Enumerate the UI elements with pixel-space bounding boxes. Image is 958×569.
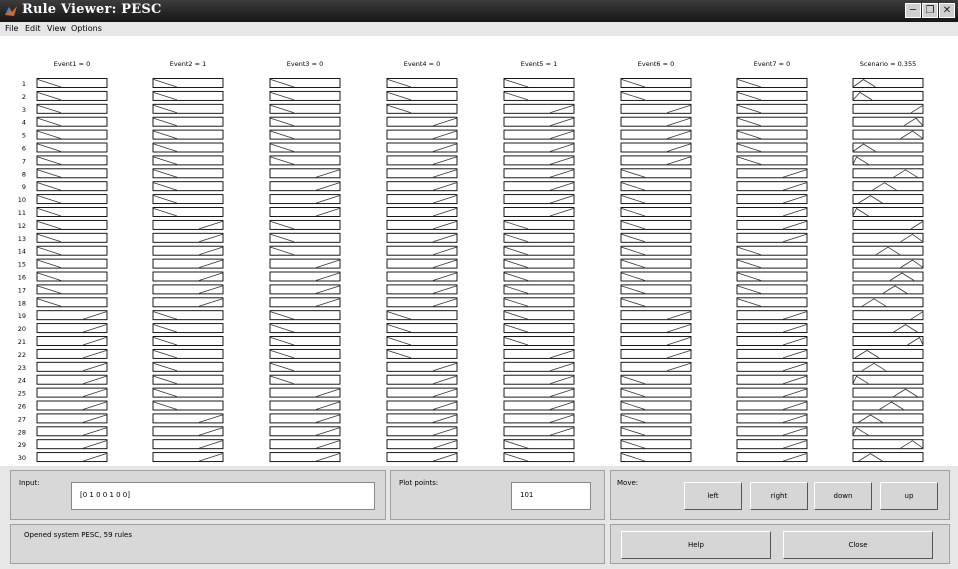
rule-cell xyxy=(852,348,924,359)
window-title: Rule Viewer: PESC xyxy=(22,2,162,17)
column-header: Event4 = 0 xyxy=(404,60,440,68)
status-frame xyxy=(10,524,605,564)
rule-cell xyxy=(852,284,924,295)
plot-points-label: Plot points: xyxy=(399,479,439,487)
rule-number: 30 xyxy=(18,454,26,462)
menu-options[interactable]: Options xyxy=(71,24,102,33)
minimize-button[interactable]: ─ xyxy=(905,3,921,18)
column-header: Event1 = 0 xyxy=(54,60,90,68)
close-window-button[interactable]: ✕ xyxy=(939,3,955,18)
column-header: Scenario = 0.355 xyxy=(860,60,916,68)
maximize-button[interactable]: ❐ xyxy=(922,3,938,18)
rule-number: 22 xyxy=(18,351,26,359)
rule-number: 1 xyxy=(22,80,26,88)
rule-number: 15 xyxy=(18,261,26,269)
rule-number: 2 xyxy=(22,93,26,101)
rule-cell xyxy=(852,336,924,346)
rule-plot-area[interactable]: Event1 = 0 Event2 = 1 Event3 = 0 Event4 = 0… xyxy=(0,36,958,466)
plot-points-field[interactable]: 101 xyxy=(511,482,591,510)
menu-file[interactable]: File xyxy=(5,24,18,33)
input-frame: Input: [0 1 0 0 1 0 0] xyxy=(10,470,386,520)
rule-cell xyxy=(852,181,924,192)
column-header: Event3 = 0 xyxy=(287,60,323,68)
rule-cell xyxy=(852,413,924,424)
move-down-button[interactable]: down xyxy=(814,482,872,510)
rule-number: 4 xyxy=(22,119,26,127)
rule-number: 16 xyxy=(18,274,26,282)
rule-cell xyxy=(852,194,924,205)
rule-number: 6 xyxy=(22,145,26,153)
rule-cell xyxy=(852,155,924,166)
input-label: Input: xyxy=(19,479,40,487)
matlab-logo-icon xyxy=(5,6,17,16)
rule-cell xyxy=(852,207,924,217)
rule-number: 19 xyxy=(18,312,26,320)
rule-number: 12 xyxy=(18,222,26,230)
rule-number: 24 xyxy=(18,377,26,385)
rule-cell xyxy=(852,387,924,398)
rule-cell xyxy=(852,90,924,101)
rule-number: 10 xyxy=(18,196,26,204)
move-right-button[interactable]: right xyxy=(750,482,808,510)
rule-number: 28 xyxy=(18,428,26,436)
move-left-button[interactable]: left xyxy=(684,482,742,510)
help-close-frame: Help Close xyxy=(610,524,950,564)
rule-number: 23 xyxy=(18,364,26,372)
column-header: Event7 = 0 xyxy=(754,60,790,68)
status-message: Opened system PESC, 59 rules xyxy=(24,531,132,539)
rule-cell xyxy=(852,400,924,411)
rule-number: 27 xyxy=(18,415,26,423)
rule-number: 7 xyxy=(22,157,26,165)
menu-bar: File Edit View Options xyxy=(0,22,958,36)
rule-cell xyxy=(852,452,924,463)
minimize-icon: ─ xyxy=(909,5,917,16)
help-button[interactable]: Help xyxy=(621,531,771,559)
rule-number: 8 xyxy=(22,170,26,178)
rule-number: 20 xyxy=(18,325,26,333)
rule-number: 29 xyxy=(18,441,26,449)
rule-number: 17 xyxy=(18,286,26,294)
column-header: Event5 = 1 xyxy=(521,60,557,68)
rule-number: 18 xyxy=(18,299,26,307)
rule-cell xyxy=(852,323,924,334)
title-bar: Rule Viewer: PESC ─ ❐ ✕ xyxy=(0,0,958,22)
rule-number: 11 xyxy=(18,209,26,217)
rule-number: 5 xyxy=(22,132,26,140)
rule-cell xyxy=(852,426,924,437)
input-field[interactable]: [0 1 0 0 1 0 0] xyxy=(71,482,375,510)
rule-number: 26 xyxy=(18,403,26,411)
move-up-button[interactable]: up xyxy=(880,482,938,510)
rule-number: 25 xyxy=(18,390,26,398)
restore-icon: ❐ xyxy=(925,5,935,16)
move-frame: Move: left right down up xyxy=(610,470,950,520)
rule-cell xyxy=(852,168,924,179)
rule-cell xyxy=(852,116,924,127)
rule-number: 9 xyxy=(22,183,26,191)
close-button[interactable]: Close xyxy=(783,531,933,559)
rule-number: 13 xyxy=(18,235,26,243)
column-header: Event2 = 1 xyxy=(170,60,206,68)
close-icon: ✕ xyxy=(942,5,952,16)
menu-edit[interactable]: Edit xyxy=(25,24,41,33)
rule-plot-canvas[interactable]: Event1 = 0 Event2 = 1 Event3 = 0 Event4 = 0… xyxy=(0,36,958,466)
rule-number: 3 xyxy=(22,106,26,114)
move-label: Move: xyxy=(617,479,639,487)
menu-view[interactable]: View xyxy=(47,24,66,33)
plot-points-frame: Plot points: 101 xyxy=(390,470,605,520)
rule-number: 21 xyxy=(18,338,26,346)
column-header: Event6 = 0 xyxy=(638,60,674,68)
rule-number: 14 xyxy=(18,248,26,256)
rule-cell xyxy=(852,374,924,385)
